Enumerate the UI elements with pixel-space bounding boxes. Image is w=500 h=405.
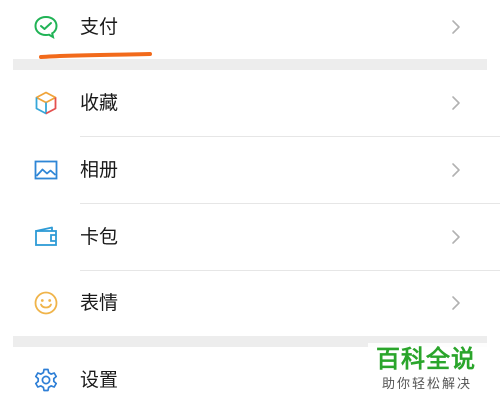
chevron-right-icon [449,18,463,36]
wallet-icon [33,224,59,250]
menu-label-cards: 卡包 [80,226,119,248]
menu-item-album[interactable]: 相册 [0,137,500,203]
image-icon [33,157,59,183]
watermark: 百科全说 助你轻松解决 [368,343,500,405]
menu-item-cards[interactable]: 卡包 [0,204,500,270]
menu-item-favorites[interactable]: 收藏 [0,70,500,136]
smiley-icon [33,290,59,316]
chevron-right-icon [449,94,463,112]
menu-label-pay: 支付 [80,16,119,38]
menu-item-stickers[interactable]: 表情 [0,271,500,336]
chevron-right-icon [449,161,463,179]
section-separator [13,59,487,70]
watermark-title: 百科全说 [376,345,476,373]
menu-label-settings: 设置 [80,369,119,391]
menu-label-stickers: 表情 [80,292,119,314]
chevron-right-icon [449,294,463,312]
menu-label-album: 相册 [80,159,119,181]
gear-icon [33,367,59,393]
watermark-subtitle: 助你轻松解决 [382,377,473,392]
chevron-right-icon [449,228,463,246]
wechat-pay-icon [33,14,59,40]
cube-icon [33,90,59,116]
me-menu-screen: 支付 收藏 相册 卡包 表情 设置 百科全说 助你轻松解决 [0,0,500,405]
menu-label-favorites: 收藏 [80,92,119,114]
menu-item-pay[interactable]: 支付 [0,0,500,60]
